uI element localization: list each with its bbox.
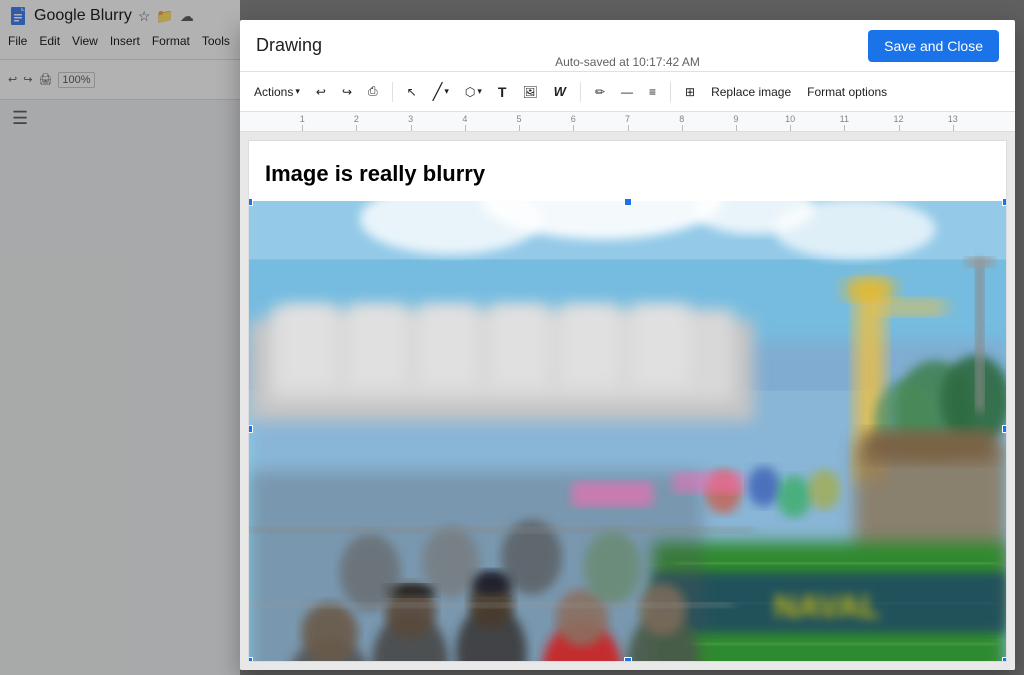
ruler-number-12: 12 [894, 114, 904, 124]
ruler-number-13: 13 [948, 114, 958, 124]
replace-image-button[interactable]: Replace image [705, 81, 797, 103]
actions-dropdown[interactable]: Actions ▾ [248, 81, 306, 103]
ruler-number-10: 10 [785, 114, 795, 124]
print-icon: ⎙ [368, 84, 378, 99]
selection-handle-tr[interactable] [1002, 198, 1007, 206]
autosave-status: Auto-saved at 10:17:42 AM [555, 55, 700, 69]
undo-icon: ↩ [316, 85, 326, 99]
text-tool-icon: T [498, 84, 507, 100]
ruler-number-2: 2 [354, 114, 359, 124]
save-and-close-button[interactable]: Save and Close [868, 30, 999, 62]
selection-handle-ml[interactable] [248, 425, 253, 433]
print-button[interactable]: ⎙ [362, 80, 384, 103]
drawing-toolbar: Actions ▾ ↩ ↪ ⎙ ↖ ╱ ▾ ⬡ ▾ T [240, 72, 1015, 112]
text-tool[interactable]: T [492, 80, 513, 104]
drawing-page: Image is really blurry [248, 140, 1007, 662]
selection-handle-br[interactable] [1002, 657, 1007, 662]
stadium-image[interactable]: NAVAL [249, 201, 1006, 661]
ruler-number-4: 4 [462, 114, 467, 124]
toolbar-sep-2 [580, 82, 581, 102]
ruler-number-1: 1 [300, 114, 305, 124]
shape-icon: ⬡ [465, 85, 475, 99]
ruler-number-11: 11 [840, 114, 849, 124]
ruler-number-5: 5 [517, 114, 522, 124]
redo-icon: ↪ [342, 85, 352, 99]
line-tool[interactable]: ╱ ▾ [427, 78, 455, 106]
selection-handle-bc[interactable] [624, 657, 632, 662]
drawing-canvas[interactable]: Image is really blurry [240, 132, 1015, 670]
selection-handle-mr[interactable] [1002, 425, 1007, 433]
line-dash-icon: ≡ [649, 85, 656, 99]
undo-button[interactable]: ↩ [310, 81, 332, 103]
replace-image-label: Replace image [711, 85, 791, 99]
modal-title: Drawing [256, 35, 322, 56]
format-options-button[interactable]: Format options [801, 81, 893, 103]
shape-chevron-icon: ▾ [477, 86, 482, 97]
stadium-svg: NAVAL [249, 201, 1006, 661]
format-options-label: Format options [807, 85, 887, 99]
wordart-tool[interactable]: W [548, 80, 572, 103]
actions-chevron-icon: ▾ [295, 86, 300, 97]
wordart-icon: W [554, 84, 566, 99]
ruler-number-9: 9 [733, 114, 738, 124]
ruler-number-7: 7 [625, 114, 630, 124]
pen-tool[interactable]: ✏ [589, 81, 611, 103]
toolbar-sep-1 [392, 82, 393, 102]
select-tool[interactable]: ↖ [401, 81, 423, 103]
actions-label: Actions [254, 85, 293, 99]
cursor-icon: ↖ [407, 85, 417, 99]
line-dash-tool[interactable]: ≡ [643, 81, 662, 103]
ruler-number-3: 3 [408, 114, 413, 124]
line-style-tool[interactable]: — [615, 81, 639, 103]
modal-header: Drawing Auto-saved at 10:17:42 AM Save a… [240, 20, 1015, 72]
drawing-ruler: 12345678910111213 [240, 112, 1015, 132]
ruler-number-8: 8 [679, 114, 684, 124]
line-chevron-icon: ▾ [444, 86, 449, 97]
drawing-modal: Drawing Auto-saved at 10:17:42 AM Save a… [240, 20, 1015, 670]
selection-handle-tc[interactable] [624, 198, 632, 206]
line-icon: ╱ [433, 82, 443, 102]
selection-handle-bl[interactable] [248, 657, 253, 662]
selection-handle-tl[interactable] [248, 198, 253, 206]
pen-icon: ✏ [595, 85, 605, 99]
toolbar-sep-3 [670, 82, 671, 102]
image-icon: 🖼 [522, 85, 537, 99]
crop-tool[interactable]: ⊞ [679, 81, 701, 103]
line-style-icon: — [621, 85, 633, 99]
shape-tool[interactable]: ⬡ ▾ [459, 81, 488, 103]
image-tool[interactable]: 🖼 [516, 81, 543, 103]
canvas-text-label: Image is really blurry [265, 161, 485, 187]
ruler-number-6: 6 [571, 114, 576, 124]
crop-icon: ⊞ [685, 85, 695, 99]
redo-button[interactable]: ↪ [336, 81, 358, 103]
